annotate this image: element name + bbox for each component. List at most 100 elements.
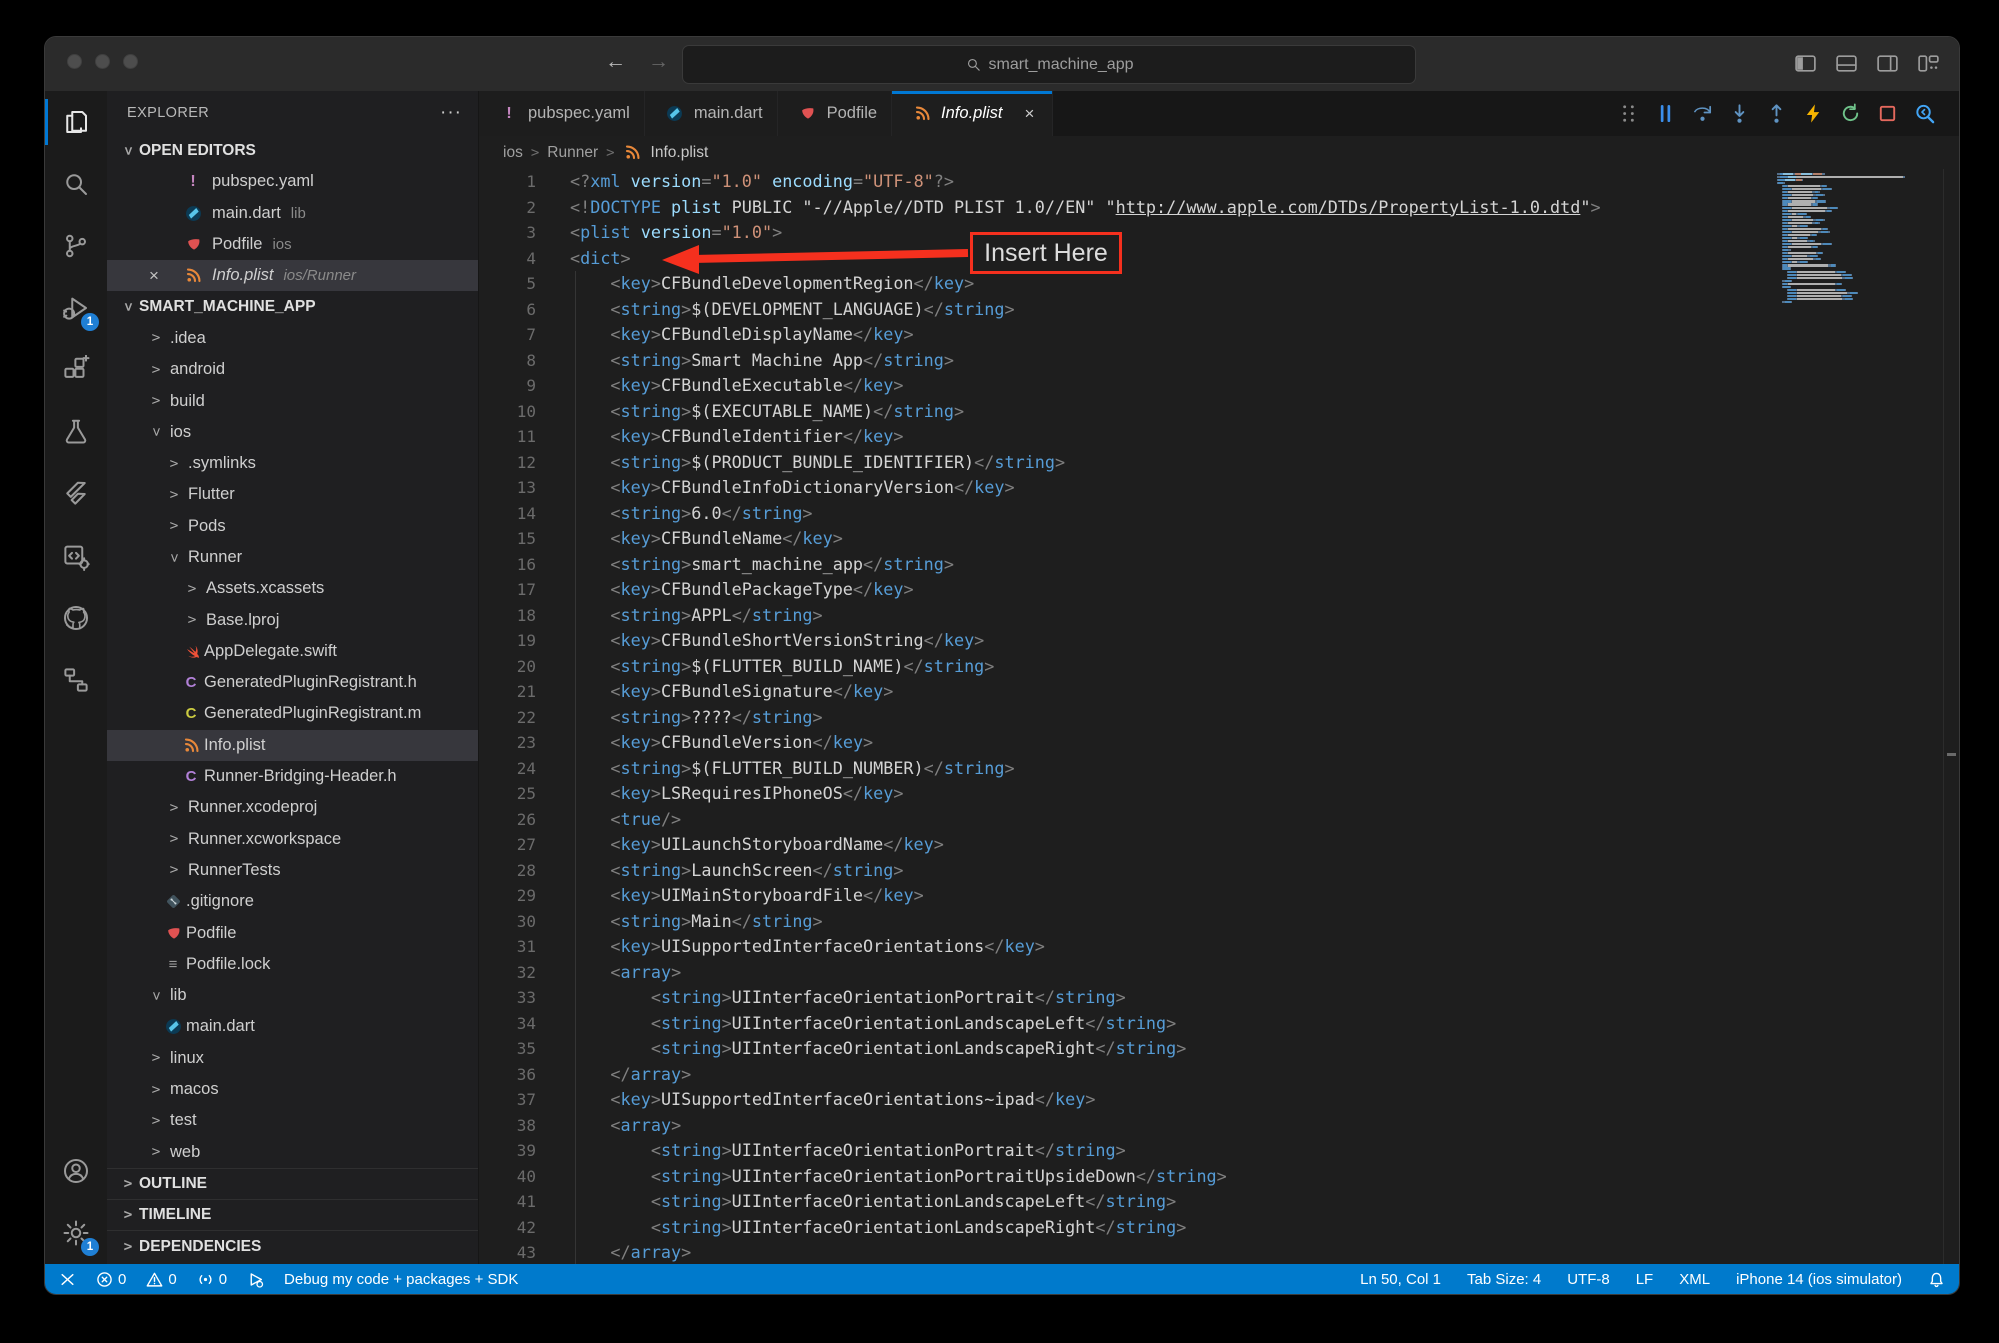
status-ln-50-col-1[interactable]: Ln 50, Col 1 <box>1360 1271 1441 1288</box>
code-line-30[interactable]: 30 <string>Main</string> <box>479 909 1959 935</box>
code-line-28[interactable]: 28 <string>LaunchScreen</string> <box>479 858 1959 884</box>
toggle-secondary-sidebar-button[interactable] <box>1875 51 1900 81</box>
line-number[interactable]: 20 <box>479 654 536 680</box>
code-line-38[interactable]: 38 <array> <box>479 1113 1959 1139</box>
activity-bar-item-accounts[interactable] <box>45 1140 107 1202</box>
scrollbar-handle[interactable] <box>1947 753 1956 756</box>
tree-item-GeneratedPluginRegistrant.h[interactable]: CGeneratedPluginRegistrant.h <box>107 667 478 698</box>
line-number[interactable]: 1 <box>479 169 536 195</box>
grip-button[interactable] <box>1615 101 1641 127</box>
hot-reload-button[interactable] <box>1800 101 1826 127</box>
tree-item-web[interactable]: >web <box>107 1137 478 1168</box>
line-number[interactable]: 13 <box>479 475 536 501</box>
line-number[interactable]: 12 <box>479 450 536 476</box>
code-line-41[interactable]: 41 <string>UIInterfaceOrientationLandsca… <box>479 1189 1959 1215</box>
views-and-more-actions-button[interactable]: ··· <box>440 102 462 124</box>
line-number[interactable]: 2 <box>479 195 536 221</box>
code-line-20[interactable]: 20 <string>$(FLUTTER_BUILD_NAME)</string… <box>479 654 1959 680</box>
open-editor-item-main.dart[interactable]: main.dartlib <box>107 198 478 229</box>
status-debug-status[interactable] <box>247 1271 264 1288</box>
line-number[interactable]: 3 <box>479 220 536 246</box>
step-out-button[interactable] <box>1763 101 1789 127</box>
scrollbar[interactable] <box>1943 169 1959 1264</box>
code-line-11[interactable]: 11 <key>CFBundleIdentifier</key> <box>479 424 1959 450</box>
tab-Podfile[interactable]: Podfile <box>778 91 892 136</box>
status-debug-my-code-packages-sdk[interactable]: Debug my code + packages + SDK <box>284 1271 518 1288</box>
line-number[interactable]: 4 <box>479 246 536 272</box>
toggle-primary-sidebar-button[interactable] <box>1793 51 1818 81</box>
minimap[interactable] <box>1777 173 1929 304</box>
code-line-35[interactable]: 35 <string>UIInterfaceOrientationLandsca… <box>479 1036 1959 1062</box>
status-utf-8[interactable]: UTF-8 <box>1567 1271 1610 1288</box>
line-number[interactable]: 5 <box>479 271 536 297</box>
status-tab-size-4[interactable]: Tab Size: 4 <box>1467 1271 1541 1288</box>
history-forward-button[interactable]: → <box>648 50 669 74</box>
inspector-button[interactable] <box>1911 101 1937 127</box>
code-line-12[interactable]: 12 <string>$(PRODUCT_BUNDLE_IDENTIFIER)<… <box>479 450 1959 476</box>
tree-item-Info.plist[interactable]: Info.plist <box>107 730 478 761</box>
close-editor-icon[interactable]: × <box>149 266 171 286</box>
history-back-button[interactable]: ← <box>605 50 626 74</box>
code-line-32[interactable]: 32 <array> <box>479 960 1959 986</box>
section-header-outline[interactable]: >OUTLINE <box>107 1168 478 1199</box>
code-line-36[interactable]: 36 </array> <box>479 1062 1959 1088</box>
zoom-window-button[interactable] <box>123 54 138 69</box>
code-line-8[interactable]: 8 <string>Smart Machine App</string> <box>479 348 1959 374</box>
line-number[interactable]: 7 <box>479 322 536 348</box>
breadcrumb-item[interactable]: Runner <box>547 144 598 162</box>
tree-item-Runner.xcworkspace[interactable]: >Runner.xcworkspace <box>107 824 478 855</box>
activity-bar-item-flutter[interactable] <box>45 463 107 525</box>
close-tab-icon[interactable]: × <box>1022 104 1038 124</box>
line-number[interactable]: 21 <box>479 679 536 705</box>
line-number[interactable]: 31 <box>479 934 536 960</box>
code-line-42[interactable]: 42 <string>UIInterfaceOrientationLandsca… <box>479 1215 1959 1241</box>
line-number[interactable]: 30 <box>479 909 536 935</box>
breadcrumb-item[interactable]: ios <box>503 144 523 162</box>
line-number[interactable]: 16 <box>479 552 536 578</box>
line-number[interactable]: 6 <box>479 297 536 323</box>
tree-item-build[interactable]: >build <box>107 385 478 416</box>
code-line-40[interactable]: 40 <string>UIInterfaceOrientationPortrai… <box>479 1164 1959 1190</box>
open-editor-item-pubspec.yaml[interactable]: !pubspec.yaml <box>107 166 478 197</box>
status-remote[interactable] <box>59 1271 76 1288</box>
tree-item-Flutter[interactable]: >Flutter <box>107 479 478 510</box>
code-line-37[interactable]: 37 <key>UISupportedInterfaceOrientations… <box>479 1087 1959 1113</box>
code-line-34[interactable]: 34 <string>UIInterfaceOrientationLandsca… <box>479 1011 1959 1037</box>
customize-layout-button[interactable] <box>1916 51 1941 81</box>
tree-item-ios[interactable]: >ios <box>107 417 478 448</box>
activity-bar-item-extensions[interactable] <box>45 339 107 401</box>
code-line-16[interactable]: 16 <string>smart_machine_app</string> <box>479 552 1959 578</box>
step-into-button[interactable] <box>1726 101 1752 127</box>
toggle-panel-button[interactable] <box>1834 51 1859 81</box>
close-window-button[interactable] <box>67 54 82 69</box>
line-number[interactable]: 39 <box>479 1138 536 1164</box>
code-line-4[interactable]: 4<dict> <box>479 246 1959 272</box>
tree-item-Base.lproj[interactable]: >Base.lproj <box>107 604 478 635</box>
code-line-14[interactable]: 14 <string>6.0</string> <box>479 501 1959 527</box>
line-number[interactable]: 25 <box>479 781 536 807</box>
project-root-header[interactable]: >SMART_MACHINE_APP <box>107 291 478 322</box>
line-number[interactable]: 32 <box>479 960 536 986</box>
tree-item-GeneratedPluginRegistrant.m[interactable]: CGeneratedPluginRegistrant.m <box>107 698 478 729</box>
tree-item-linux[interactable]: >linux <box>107 1043 478 1074</box>
code-line-23[interactable]: 23 <key>CFBundleVersion</key> <box>479 730 1959 756</box>
tree-item-.gitignore[interactable]: .gitignore <box>107 886 478 917</box>
code-line-39[interactable]: 39 <string>UIInterfaceOrientationPortrai… <box>479 1138 1959 1164</box>
line-number[interactable]: 41 <box>479 1189 536 1215</box>
line-number[interactable]: 19 <box>479 628 536 654</box>
line-number[interactable]: 38 <box>479 1113 536 1139</box>
line-number[interactable]: 27 <box>479 832 536 858</box>
status-lf[interactable]: LF <box>1636 1271 1654 1288</box>
line-number[interactable]: 17 <box>479 577 536 603</box>
line-number[interactable]: 40 <box>479 1164 536 1190</box>
tree-item-.symlinks[interactable]: >.symlinks <box>107 448 478 479</box>
code-line-7[interactable]: 7 <key>CFBundleDisplayName</key> <box>479 322 1959 348</box>
activity-bar-item-run-debug[interactable]: 1 <box>45 277 107 339</box>
status-iphone-14-ios-simulator-[interactable]: iPhone 14 (ios simulator) <box>1736 1271 1902 1288</box>
step-over-button[interactable] <box>1689 101 1715 127</box>
activity-bar-item-devtools[interactable] <box>45 525 107 587</box>
code-line-21[interactable]: 21 <key>CFBundleSignature</key> <box>479 679 1959 705</box>
code-line-3[interactable]: 3<plist version="1.0"> <box>479 220 1959 246</box>
tree-item-test[interactable]: >test <box>107 1105 478 1136</box>
activity-bar-item-explorer[interactable] <box>45 91 107 153</box>
